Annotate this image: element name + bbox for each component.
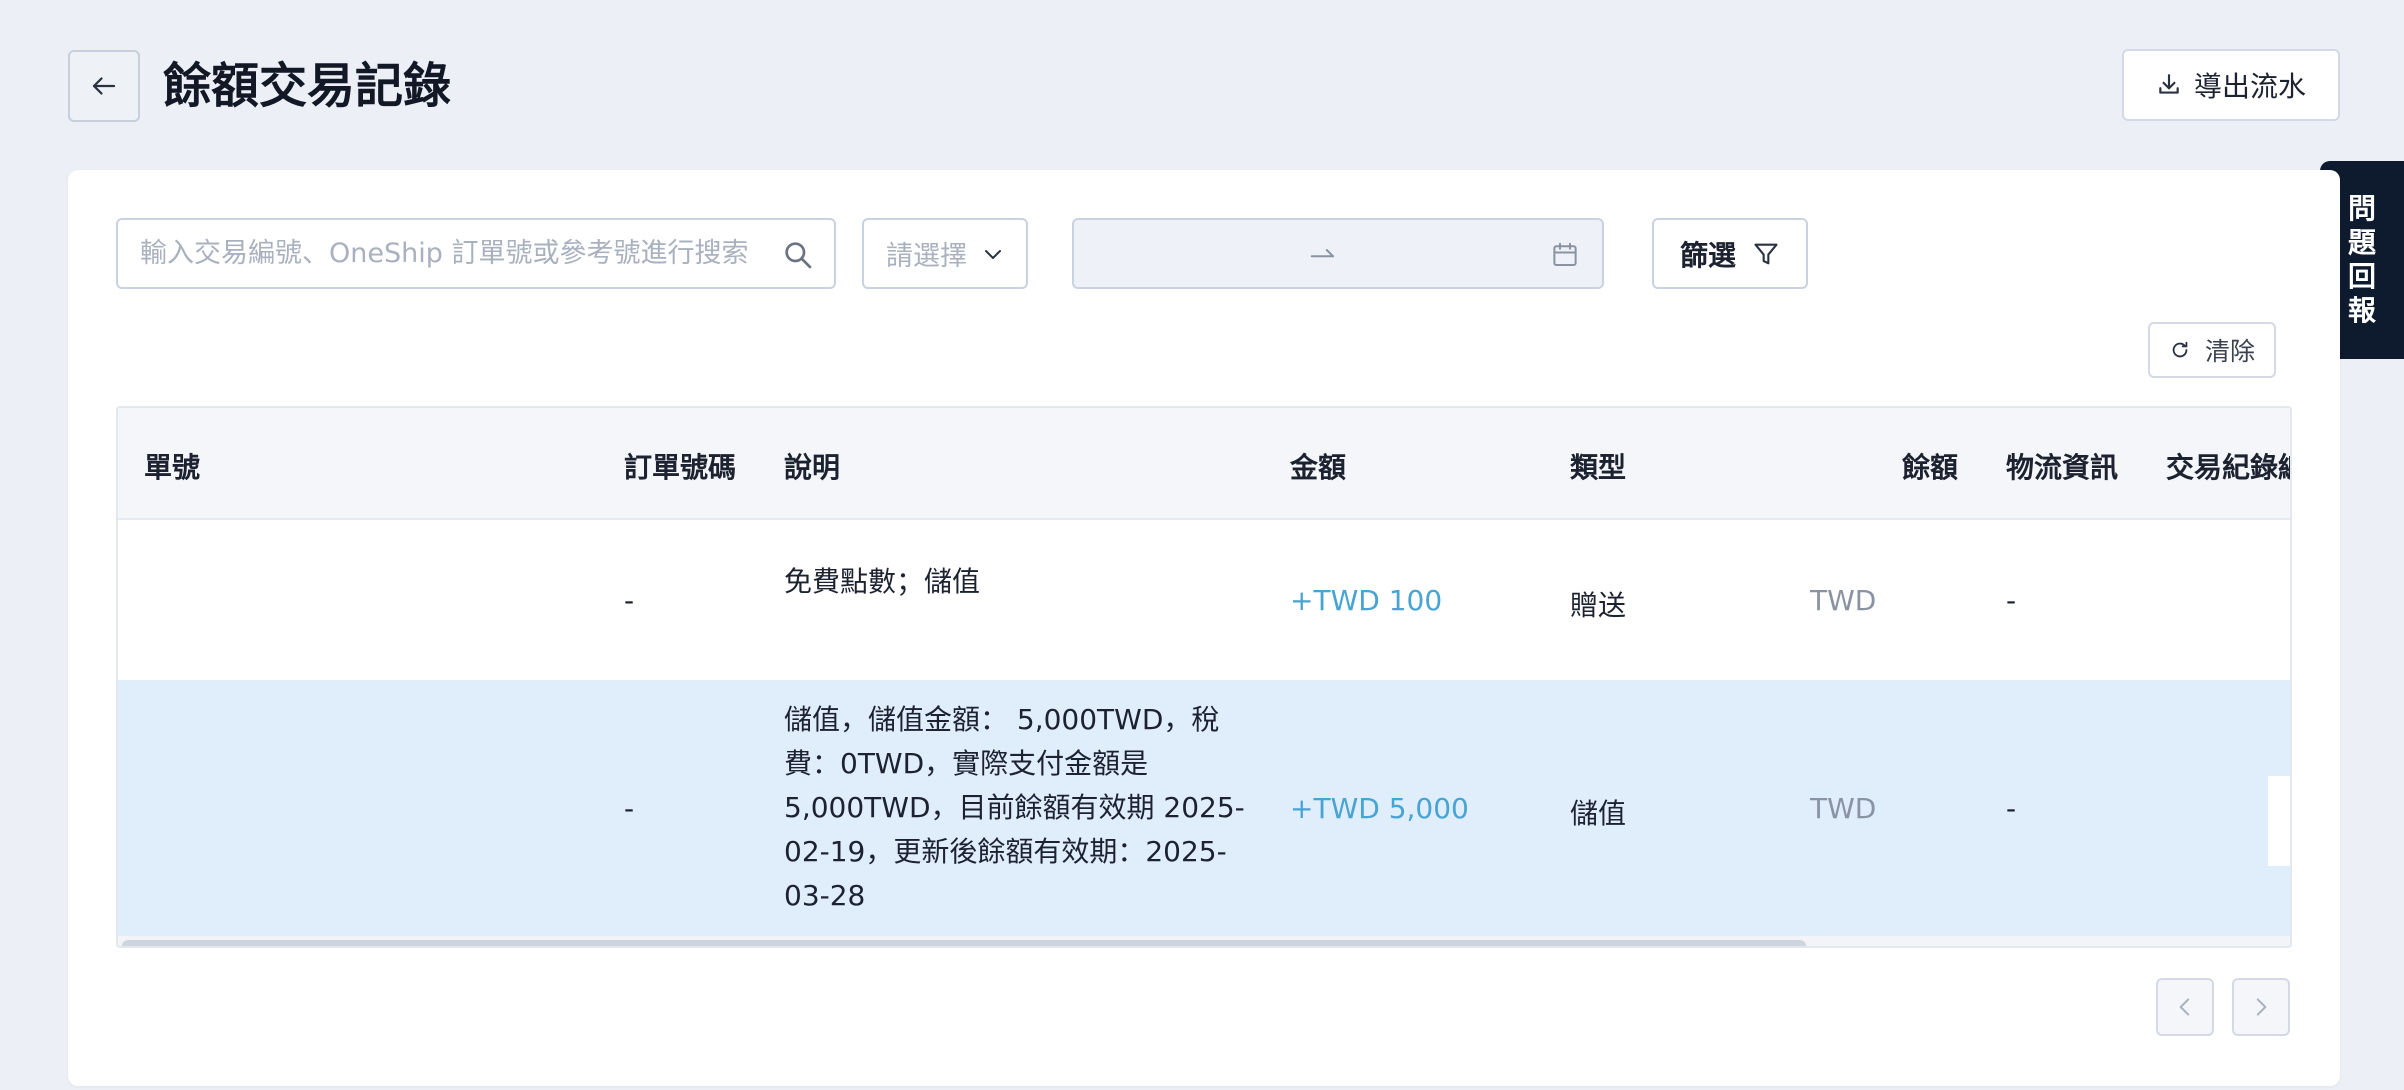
- filter-label: 篩選: [1679, 238, 1736, 272]
- col-header: 單號: [144, 451, 201, 484]
- clear-button[interactable]: 清除: [2148, 322, 2276, 378]
- chevron-right-icon: [2256, 998, 2267, 1016]
- type: 儲值: [1570, 797, 1627, 830]
- arrow-left-icon: [92, 77, 116, 95]
- feedback-char: 回: [2347, 260, 2376, 293]
- col-header: 餘額: [1902, 451, 1959, 484]
- chevron-left-icon: [2179, 998, 2190, 1016]
- arrow-right-icon: [1310, 249, 1334, 258]
- clear-label: 清除: [2204, 337, 2255, 366]
- page-title: 餘額交易記錄: [163, 58, 452, 114]
- search-input[interactable]: [140, 220, 760, 287]
- calendar-icon: [1553, 242, 1577, 266]
- col-header: 說明: [784, 451, 841, 484]
- export-button[interactable]: 導出流水: [2122, 49, 2340, 121]
- col-header: 交易紀錄編: [2166, 451, 2290, 484]
- logistics: -: [2006, 584, 2017, 617]
- next-page-button[interactable]: [2232, 978, 2290, 1036]
- transactions-table: 單號 訂單號碼 說明 金額 類型 餘額 物流資訊 交易紀錄編 - 免費點數；儲值…: [116, 406, 2292, 948]
- fixed-column-edge: [2268, 776, 2290, 866]
- feedback-char: 題: [2347, 226, 2376, 259]
- fixed-column-edge: [2268, 568, 2290, 624]
- export-label: 導出流水: [2193, 70, 2306, 103]
- download-icon: [2159, 74, 2179, 94]
- transactions-card: 請選擇 篩選 清除: [68, 170, 2340, 1086]
- search-icon[interactable]: [782, 239, 814, 271]
- feedback-char: 報: [2347, 294, 2376, 327]
- balance: TWD: [1810, 584, 1877, 617]
- chevron-down-icon: [985, 249, 1001, 259]
- date-range-picker[interactable]: [1072, 218, 1604, 289]
- table-row-selected[interactable]: - 儲值，儲值金額： 5,000TWD，稅費：0TWD，實際支付金額是 5,00…: [118, 680, 2290, 936]
- table-header: 單號 訂單號碼 說明 金額 類型 餘額 物流資訊 交易紀錄編: [118, 408, 2290, 520]
- back-button[interactable]: [68, 50, 140, 122]
- type-select[interactable]: 請選擇: [862, 218, 1028, 289]
- refresh-icon: [2172, 341, 2188, 358]
- col-header: 物流資訊: [2006, 451, 2119, 484]
- amount: +TWD 100: [1290, 584, 1443, 617]
- amount: +TWD 5,000: [1290, 792, 1469, 825]
- description: 儲值，儲值金額： 5,000TWD，稅費：0TWD，實際支付金額是 5,000T…: [784, 703, 1245, 912]
- horizontal-scrollbar-thumb[interactable]: [122, 940, 1806, 946]
- col-header: 訂單號碼: [624, 451, 737, 484]
- logistics: -: [2006, 792, 2017, 825]
- select-placeholder: 請選擇: [886, 241, 967, 272]
- col-header: 類型: [1570, 451, 1627, 484]
- funnel-icon: [1754, 243, 1778, 264]
- description: 免費點數；儲值: [784, 565, 981, 598]
- filter-button[interactable]: 篩選: [1652, 218, 1808, 289]
- page: 餘額交易記錄 導出流水 問 題 回 報 請選擇: [0, 0, 2404, 1090]
- prev-page-button[interactable]: [2156, 978, 2214, 1036]
- table-row[interactable]: - 免費點數；儲值 +TWD 100 贈送 TWD -: [118, 520, 2290, 680]
- feedback-char: 問: [2347, 192, 2376, 225]
- search-box: [116, 218, 836, 289]
- balance: TWD: [1810, 792, 1877, 825]
- order-number: -: [624, 792, 635, 825]
- order-number: -: [624, 584, 635, 617]
- col-header: 金額: [1290, 451, 1347, 484]
- type: 贈送: [1570, 589, 1627, 622]
